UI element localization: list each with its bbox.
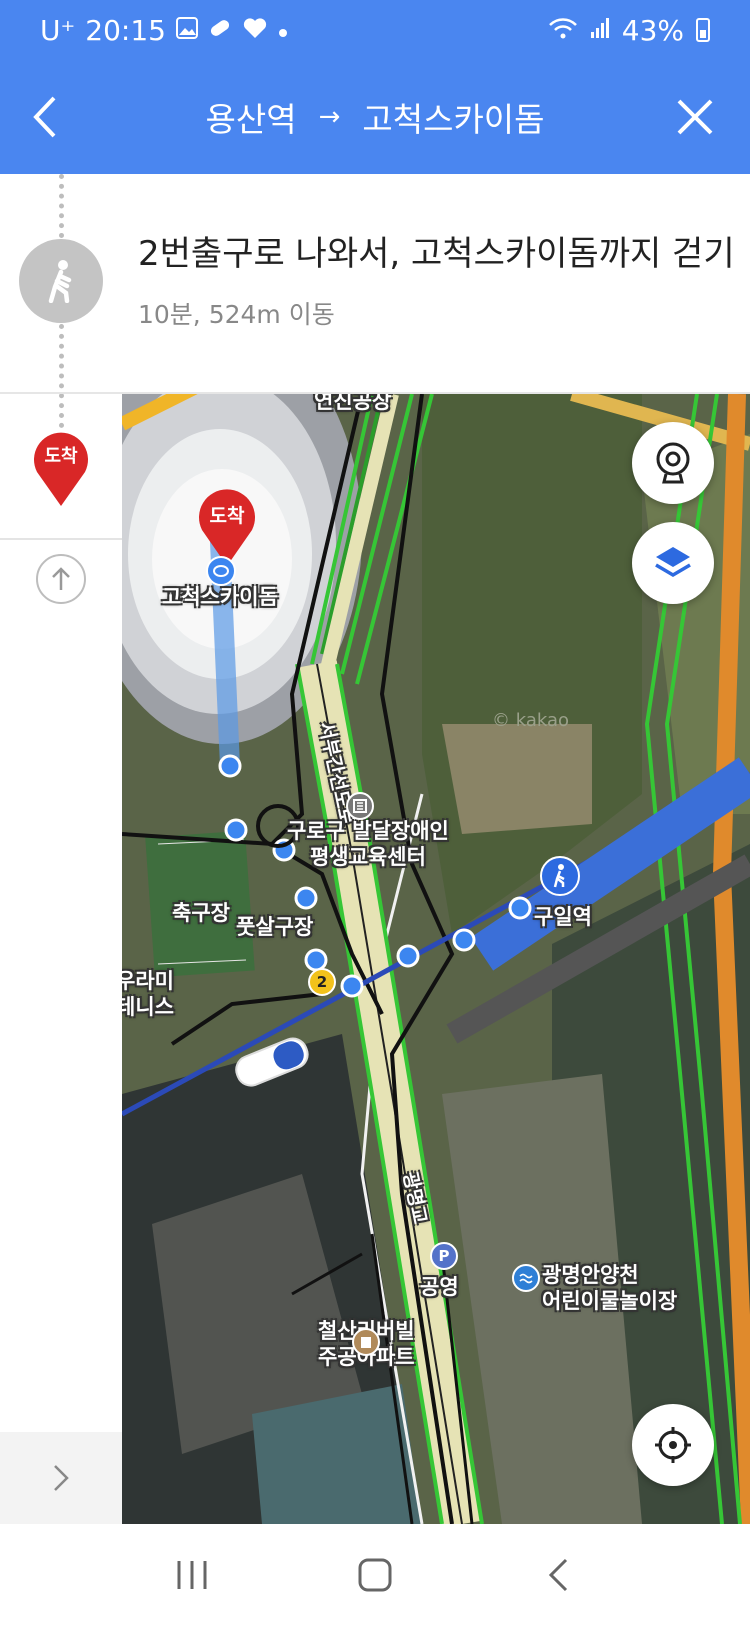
- clock: 20:15: [85, 13, 166, 47]
- map-label-education-center-line2: 평생교육센터: [309, 845, 426, 870]
- close-button[interactable]: [662, 84, 728, 150]
- step-instruction: 2번출구로 나와서, 고척스카이돔까지 걷기 10분, 524m 이동: [138, 226, 738, 331]
- status-bar: U⁺ 20:15 43%: [0, 0, 750, 60]
- recent-apps-icon: [177, 1560, 207, 1589]
- rail-divider: [0, 538, 122, 540]
- map-label-soccer: 축구장: [172, 901, 230, 925]
- destination-pin[interactable]: 도착: [196, 484, 258, 568]
- battery-icon: [696, 18, 710, 42]
- rail-dotted-line: [59, 174, 64, 238]
- map-label-education-center: 구로구 발달장애인 평생교육센터: [287, 818, 449, 871]
- cctv-icon: [656, 442, 690, 484]
- map-label-dome: 고척스카이돔: [162, 585, 278, 609]
- expand-panel-button[interactable]: [0, 1432, 122, 1524]
- scroll-up-button[interactable]: [36, 554, 86, 604]
- layers-button[interactable]: [632, 522, 714, 604]
- status-right: 43%: [548, 14, 710, 47]
- rail-dotted-line: [59, 324, 64, 428]
- close-icon: [677, 99, 713, 135]
- route-header: 용산역 → 고척스카이돔: [0, 60, 750, 174]
- nav-back-button[interactable]: [518, 1545, 598, 1605]
- map-label-tennis-line2: 테니스: [122, 995, 174, 1020]
- signal-icon: [590, 17, 610, 43]
- walk-step-marker: [19, 239, 103, 323]
- stadium-icon: [206, 556, 236, 586]
- walking-transfer-icon[interactable]: [540, 856, 580, 896]
- origin-label: 용산역: [205, 100, 297, 139]
- arrow-up-icon: [52, 567, 70, 590]
- map-label-playground-line2: 어린이물놀이장: [542, 1289, 678, 1314]
- map-label-factory: 연진공장: [314, 394, 392, 413]
- route-title: 용산역 → 고척스카이돔: [0, 60, 750, 174]
- map-view[interactable]: 연진공장 고척스카이돔 서부간선도로 구로구 발달장애인 평생교육센터 축구장 …: [122, 394, 750, 1524]
- recent-apps-button[interactable]: [152, 1545, 232, 1605]
- my-location-button[interactable]: [632, 1404, 714, 1486]
- instruction-title: 2번출구로 나와서, 고척스카이돔까지 걷기: [138, 234, 735, 274]
- wifi-icon: [548, 16, 578, 44]
- status-left: U⁺ 20:15: [40, 14, 288, 47]
- building-poi-icon[interactable]: [346, 792, 374, 820]
- map-watermark: © kakao: [492, 710, 570, 731]
- system-nav-bar: [0, 1524, 750, 1625]
- destination-label: 고척스카이돔: [362, 100, 545, 139]
- exit-number-badge: 2: [308, 968, 336, 996]
- step-rail: 도착: [0, 174, 122, 1524]
- waterpark-icon[interactable]: [512, 1264, 540, 1292]
- map-label-education-center-line1: 구로구 발달장애인: [287, 819, 449, 843]
- battery-percent: 43%: [621, 13, 684, 47]
- pill-icon: [208, 17, 232, 43]
- chevron-right-icon: [54, 1465, 69, 1491]
- notification-dot-icon: [278, 18, 288, 42]
- crosshair-icon: [655, 1427, 691, 1463]
- map-label-tennis: 우라미 테니스: [122, 968, 174, 1021]
- back-chevron-icon: [549, 1558, 568, 1591]
- map-label-parking: 공영: [420, 1275, 459, 1299]
- walking-person-icon: [48, 260, 72, 303]
- map-label-tennis-line1: 우라미: [122, 969, 174, 993]
- carrier-label: U⁺: [40, 13, 76, 47]
- map-label-station: 구일역: [534, 905, 592, 929]
- layers-icon: [655, 547, 691, 578]
- instruction-detail: 10분, 524m 이동: [138, 300, 335, 329]
- arrival-pin-label: 도착: [44, 446, 78, 467]
- route-arrow: →: [318, 102, 341, 132]
- home-icon: [358, 1558, 392, 1591]
- arrival-pin: 도착: [31, 428, 91, 508]
- destination-pin-label: 도착: [209, 505, 245, 527]
- map-label-futsal: 풋살구장: [236, 915, 314, 939]
- map-label-playground-line1: 광명안양천: [542, 1263, 639, 1287]
- map-label-playground: 광명안양천 어린이물놀이장: [542, 1262, 677, 1315]
- parking-icon[interactable]: P: [430, 1242, 458, 1270]
- gallery-icon: [175, 17, 198, 43]
- cctv-button[interactable]: [632, 422, 714, 504]
- heart-icon: [242, 17, 268, 43]
- home-button[interactable]: [335, 1545, 415, 1605]
- apartment-poi-icon[interactable]: [352, 1328, 380, 1356]
